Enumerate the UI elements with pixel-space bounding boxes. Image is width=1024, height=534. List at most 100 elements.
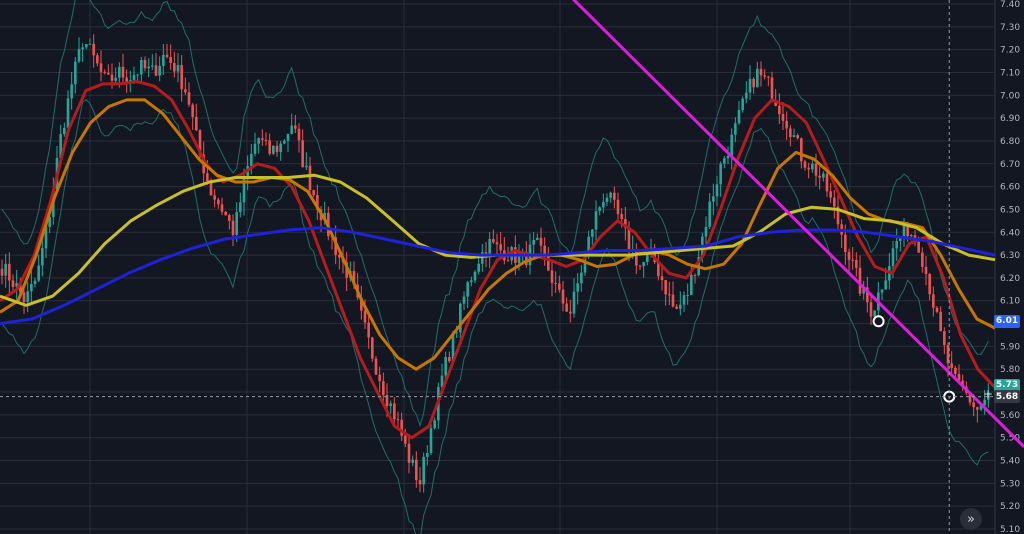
candle-body (796, 135, 799, 139)
candle-body (539, 237, 543, 246)
candle-body (800, 138, 803, 162)
price-label-blue: 6.01 (994, 314, 1020, 328)
crosshair-plus-icon[interactable]: + (982, 388, 994, 400)
candle-body (184, 89, 187, 93)
y-tick-label: 7.20 (1000, 46, 1020, 56)
candle-body (206, 173, 209, 182)
candle-body (286, 133, 290, 141)
candle-body (4, 263, 7, 276)
candle-body (792, 135, 796, 138)
candle-body (939, 311, 942, 332)
y-tick-label: 6.70 (1000, 160, 1020, 170)
candle-body (759, 68, 763, 76)
candle-body (602, 201, 605, 208)
candle-body (272, 145, 275, 154)
candle-body (950, 363, 953, 368)
candle-body (33, 280, 37, 285)
candle-body (433, 420, 436, 429)
candle-body (415, 459, 418, 481)
candle-body (407, 443, 411, 463)
candle-body (778, 105, 781, 115)
candle-body (833, 197, 836, 207)
candle-body (308, 165, 312, 191)
y-tick-label: 5.10 (1000, 525, 1020, 534)
candle-body (374, 358, 378, 375)
candle-body (737, 110, 741, 124)
candle-body (470, 280, 473, 283)
candle-body (712, 196, 715, 202)
price-chart[interactable]: 7.40 7.30 7.20 7.10 7.00 6.90 6.80 6.70 6.60 6.50… (0, 0, 1024, 534)
candle-body (264, 139, 268, 141)
candle-body (532, 239, 535, 245)
candle-body (418, 480, 422, 485)
candle-body (477, 263, 480, 272)
candle-body (616, 199, 620, 215)
candle-body (220, 204, 224, 212)
candle-body (466, 282, 469, 297)
candle-body (393, 403, 396, 420)
candle-body (851, 259, 854, 261)
y-tick-label: 6.90 (1000, 114, 1020, 124)
candle-body (103, 71, 106, 73)
candle-body (576, 283, 579, 292)
candle-body (627, 227, 631, 250)
candle-body (279, 143, 282, 153)
candle-body (730, 134, 733, 157)
candle-body (312, 190, 315, 195)
candle-body (536, 237, 539, 240)
candle-body (151, 65, 154, 67)
candle-body (613, 192, 616, 200)
candle-body (935, 307, 939, 312)
candle-body (411, 459, 414, 463)
candle-body (642, 262, 645, 267)
candle-body (132, 74, 136, 81)
candle-body (873, 310, 876, 317)
candle-body (70, 84, 73, 99)
candle-body (715, 184, 719, 197)
candle-body (217, 199, 220, 205)
y-tick-label: 6.60 (1000, 183, 1020, 193)
scroll-to-latest-button[interactable]: » (960, 508, 982, 530)
candle-body (92, 43, 95, 56)
candle-body (180, 65, 183, 90)
trendline (572, 0, 1024, 448)
y-tick-label: 5.90 (1000, 342, 1020, 352)
candle-body (734, 123, 737, 135)
candle-body (690, 274, 693, 296)
candle-body (880, 289, 884, 293)
candle-body (239, 202, 242, 213)
candle-body (693, 274, 697, 276)
candle-body (858, 267, 862, 294)
candle-body (664, 280, 667, 295)
candle-body (660, 276, 664, 281)
candle-body (565, 303, 568, 312)
candle-body (143, 59, 147, 69)
candle-body (389, 403, 392, 407)
candle-body (147, 66, 150, 69)
candle-body (668, 294, 671, 296)
candle-body (165, 54, 169, 58)
candle-body (37, 265, 40, 281)
candle-body (638, 265, 642, 267)
candle-body (748, 78, 752, 93)
candle-body (675, 306, 678, 309)
candle-body (723, 158, 726, 164)
y-tick-label: 5.60 (1000, 411, 1020, 421)
candle-body (921, 252, 924, 267)
candle-body (404, 435, 407, 444)
candle-body (605, 197, 609, 202)
candle-body (96, 55, 99, 64)
candle-body (671, 294, 675, 307)
candle-body (195, 116, 198, 131)
candle-body (81, 47, 84, 50)
candle-body (11, 280, 15, 287)
candle-body (367, 322, 370, 338)
candle-body (682, 295, 686, 305)
candle-body (686, 295, 689, 297)
y-tick-label: 6.20 (1000, 274, 1020, 284)
candle-body (932, 294, 935, 308)
candle-body (829, 191, 832, 198)
candle-body (371, 337, 374, 359)
y-tick-label: 7.00 (1000, 91, 1020, 101)
candle-body (763, 75, 766, 77)
